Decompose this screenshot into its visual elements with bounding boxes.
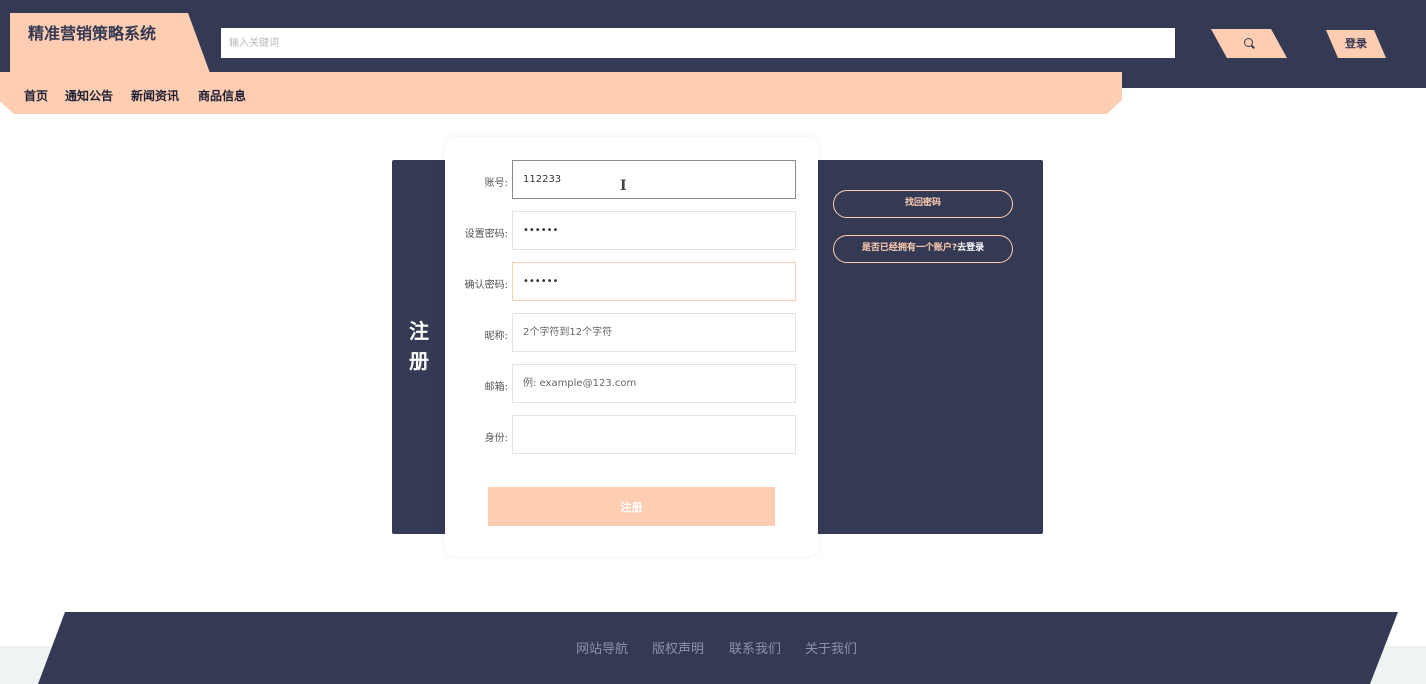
account-label: 账号:: [484, 178, 508, 189]
register-submit-button[interactable]: 注册: [488, 487, 775, 526]
go-login-button[interactable]: 是否已经拥有一个账户?去登录: [833, 235, 1013, 263]
footer-link-copyright[interactable]: 版权声明: [652, 638, 704, 657]
nav-item-home[interactable]: 首页: [24, 87, 48, 104]
nav-item-news[interactable]: 新闻资讯: [131, 87, 179, 104]
password-label: 设置密码:: [464, 229, 508, 240]
nickname-input[interactable]: [512, 313, 796, 352]
confirm-password-input[interactable]: [512, 262, 796, 301]
nav-item-products[interactable]: 商品信息: [198, 87, 246, 104]
confirm-password-label: 确认密码:: [464, 280, 508, 291]
account-input[interactable]: [512, 160, 796, 199]
password-input[interactable]: [512, 211, 796, 250]
email-label: 邮箱:: [484, 382, 508, 393]
text-cursor-icon: I: [620, 178, 627, 194]
search-input[interactable]: [221, 28, 1175, 58]
footer-link-about[interactable]: 关于我们: [805, 638, 857, 657]
have-account-text: 是否已经拥有一个账户?: [861, 243, 958, 253]
nickname-label: 昵称:: [484, 331, 508, 342]
register-title: 注册: [409, 319, 429, 373]
go-login-link[interactable]: 去登录: [957, 243, 984, 253]
nav-item-notices[interactable]: 通知公告: [65, 87, 113, 104]
footer-bar: [38, 612, 1398, 684]
role-input[interactable]: [512, 415, 796, 454]
email-input[interactable]: [512, 364, 796, 403]
forgot-password-button[interactable]: 找回密码: [833, 190, 1013, 218]
role-label: 身份:: [484, 433, 508, 444]
footer-link-contact[interactable]: 联系我们: [729, 638, 781, 657]
site-title: 精准营销策略系统: [28, 24, 157, 43]
footer-link-sitemap[interactable]: 网站导航: [576, 638, 628, 657]
search-icon: [1244, 38, 1253, 47]
